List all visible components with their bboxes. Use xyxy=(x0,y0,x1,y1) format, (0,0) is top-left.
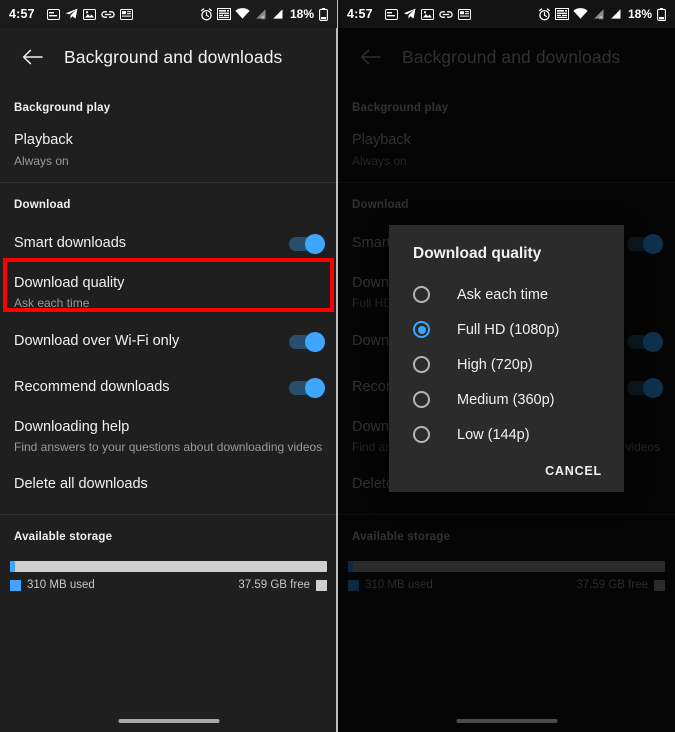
radio-unselected-icon xyxy=(413,286,430,303)
storage-legend: 310 MB used 37.59 GB free xyxy=(0,572,337,591)
signal-2-icon xyxy=(271,8,284,20)
telegram-icon xyxy=(403,8,416,20)
row-wifi-only[interactable]: Download over Wi-Fi only xyxy=(0,319,337,365)
photo-icon xyxy=(420,8,434,20)
row-download-quality-title: Download quality xyxy=(14,274,125,291)
radio-unselected-icon xyxy=(413,356,430,373)
row-downloading-help-title: Downloading help xyxy=(14,418,130,435)
row-download-quality[interactable]: Download quality Ask each time xyxy=(0,267,337,319)
dialog-title: Download quality xyxy=(413,245,542,262)
radio-option-high[interactable]: High (720p) xyxy=(389,347,624,382)
arrow-back-icon xyxy=(22,49,43,65)
settings-list: Background play Playback Always on Downl… xyxy=(0,86,337,591)
battery-icon xyxy=(657,7,666,21)
status-bar-right: R 18% xyxy=(538,7,666,21)
telegram-icon xyxy=(65,8,78,20)
row-downloading-help-subtitle: Find answers to your questions about dow… xyxy=(14,440,323,455)
toggle-recommend-downloads[interactable] xyxy=(289,377,325,398)
storage-bar-wrap xyxy=(0,553,337,573)
alarm-icon xyxy=(538,7,551,21)
radio-option-medium[interactable]: Medium (360p) xyxy=(389,382,624,417)
row-delete-all-downloads-title: Delete all downloads xyxy=(14,476,148,493)
cancel-button[interactable]: CANCEL xyxy=(545,464,602,478)
vowifi-icon xyxy=(554,8,569,20)
battery-icon xyxy=(319,7,328,21)
swatch-free-icon xyxy=(316,579,327,591)
comparison-screenshot: 4:57 R 18% Background and downloads Back… xyxy=(0,0,675,732)
section-heading-background-play: Background play xyxy=(14,102,111,114)
row-downloading-help[interactable]: Downloading help Find answers to your qu… xyxy=(0,411,337,463)
phone-screen-before: 4:57 R 18% Background and downloads Back… xyxy=(0,0,337,732)
vowifi-icon xyxy=(216,8,231,20)
alarm-icon xyxy=(200,7,213,21)
link-icon xyxy=(439,9,453,20)
status-bar: 4:57 R 18% xyxy=(338,0,675,28)
page-title: Background and downloads xyxy=(64,46,283,67)
battery-percent: 18% xyxy=(289,7,314,21)
row-smart-downloads[interactable]: Smart downloads xyxy=(0,221,337,267)
row-playback[interactable]: Playback Always on xyxy=(0,124,337,176)
radio-unselected-icon xyxy=(413,391,430,408)
section-heading-available-storage: Available storage xyxy=(14,531,113,544)
storage-bar xyxy=(10,561,327,573)
signal-1-icon: R xyxy=(254,8,267,20)
toggle-wifi-only[interactable] xyxy=(289,331,325,352)
row-delete-all-downloads[interactable]: Delete all downloads xyxy=(0,462,337,508)
photo-icon xyxy=(82,8,96,20)
row-playback-title: Playback xyxy=(14,132,73,148)
phone-screen-after: 4:57 R 18% Ba xyxy=(338,0,675,732)
toggle-smart-downloads[interactable] xyxy=(289,233,325,254)
signal-1-icon: R xyxy=(592,8,605,20)
storage-bar-used xyxy=(10,561,16,573)
row-smart-downloads-title: Smart downloads xyxy=(14,234,127,251)
toggle-knob xyxy=(305,377,325,398)
row-recommend-downloads-title: Recommend downloads xyxy=(14,378,170,395)
swatch-used-icon xyxy=(10,579,21,591)
radio-selected-icon xyxy=(413,321,430,338)
radio-option-label: Low (144p) xyxy=(457,426,530,443)
row-wifi-only-title: Download over Wi-Fi only xyxy=(14,332,180,349)
status-time: 4:57 xyxy=(9,7,35,21)
storage-used-legend: 310 MB used xyxy=(10,579,95,591)
dialog-actions: CANCEL xyxy=(389,452,624,484)
section-heading-download: Download xyxy=(14,198,71,211)
storage-used-label: 310 MB used xyxy=(27,579,95,592)
battery-percent: 18% xyxy=(627,7,652,21)
radio-option-label: Medium (360p) xyxy=(457,391,555,408)
row-playback-subtitle: Always on xyxy=(14,153,69,168)
row-recommend-downloads[interactable]: Recommend downloads xyxy=(0,365,337,411)
radio-option-low[interactable]: Low (144p) xyxy=(389,417,624,452)
app-bar: Background and downloads xyxy=(0,28,337,86)
radio-option-label: Ask each time xyxy=(457,286,549,303)
radio-unselected-icon xyxy=(413,426,430,443)
status-time: 4:57 xyxy=(347,7,373,21)
news-icon xyxy=(119,8,133,20)
storage-free-legend: 37.59 GB free xyxy=(238,579,327,591)
radio-option-label: Full HD (1080p) xyxy=(457,321,560,338)
status-bar: 4:57 R 18% xyxy=(0,0,337,28)
status-bar-right: R 18% xyxy=(200,7,328,21)
news-icon xyxy=(457,8,471,20)
radio-option-ask-each-time[interactable]: Ask each time xyxy=(389,277,624,312)
status-bar-left: 4:57 xyxy=(9,7,133,21)
status-bar-left: 4:57 xyxy=(347,7,471,21)
back-button[interactable] xyxy=(12,37,52,77)
row-download-quality-subtitle: Ask each time xyxy=(14,296,90,311)
radio-option-label: High (720p) xyxy=(457,356,533,373)
wifi-icon xyxy=(235,8,250,20)
storage-free-label: 37.59 GB free xyxy=(238,579,310,592)
wifi-icon xyxy=(573,8,588,20)
download-quality-dialog: Download quality Ask each time Full HD (… xyxy=(389,225,624,492)
home-indicator[interactable] xyxy=(118,719,219,723)
radio-option-full-hd[interactable]: Full HD (1080p) xyxy=(389,312,624,347)
screenshot-icon xyxy=(384,8,398,20)
link-icon xyxy=(101,9,115,20)
toggle-knob xyxy=(305,233,325,254)
toggle-knob xyxy=(305,331,325,352)
screenshot-icon xyxy=(46,8,60,20)
signal-2-icon xyxy=(609,8,622,20)
